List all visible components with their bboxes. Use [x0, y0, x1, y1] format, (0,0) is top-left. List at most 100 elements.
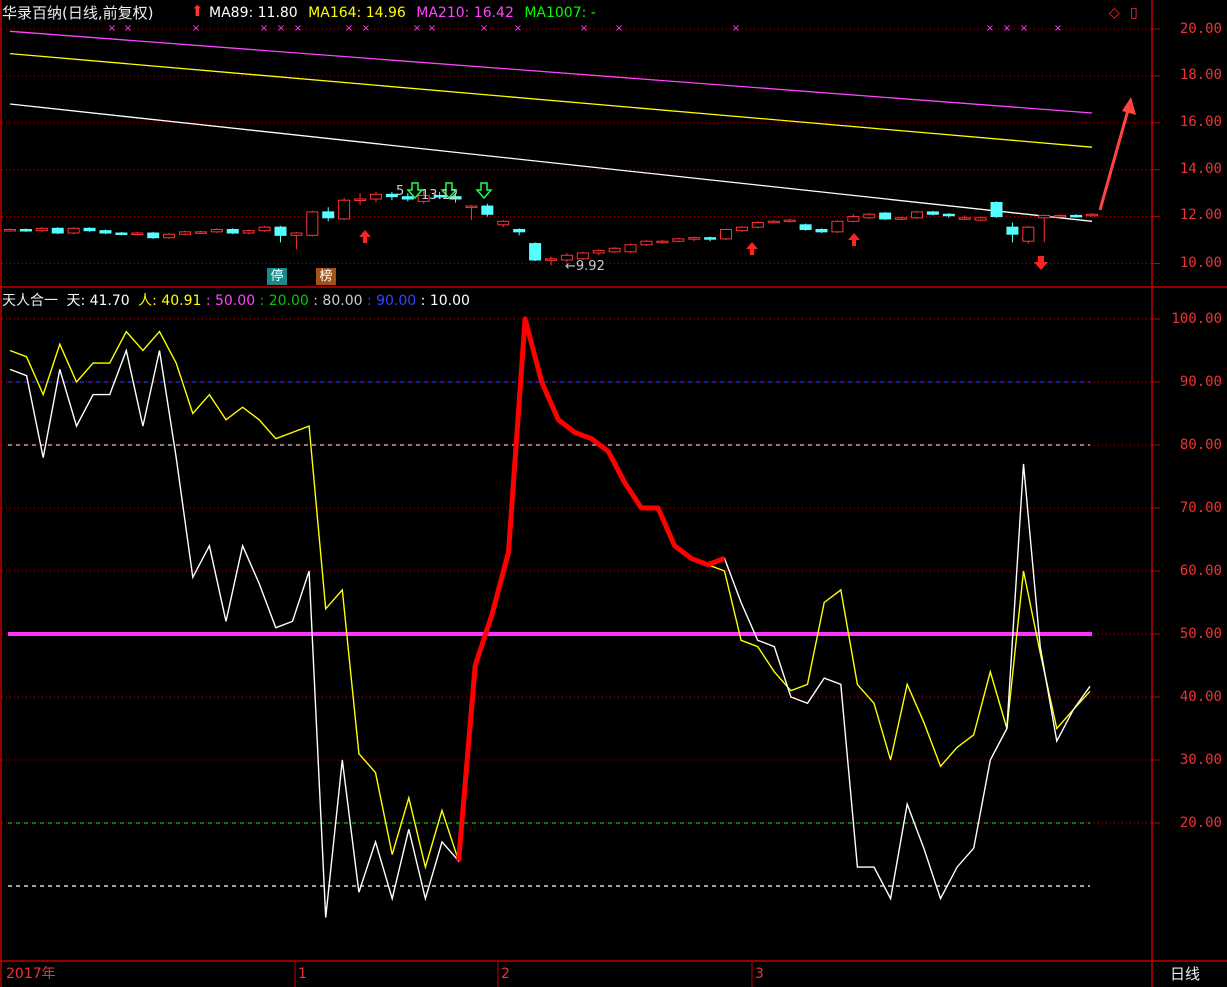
- candle-body: [481, 205, 494, 215]
- stop-trading-tag[interactable]: 停: [267, 268, 287, 285]
- candle-body: [942, 213, 955, 217]
- candle-body: [497, 220, 510, 226]
- candle-body: [831, 220, 844, 233]
- low-price-label: ←9.92: [565, 259, 605, 274]
- signal-x-mark: ×: [514, 23, 522, 34]
- month-label: 2: [501, 966, 510, 982]
- candle-body: [529, 243, 542, 261]
- candle-body: [895, 217, 908, 220]
- signal-x-mark: ×: [1020, 23, 1028, 34]
- candle-body: [35, 227, 48, 232]
- candle-body: [1006, 226, 1019, 235]
- candle-body: [242, 230, 255, 234]
- candle-body: [974, 217, 987, 221]
- up-arrow-icon: ⬆: [191, 2, 204, 20]
- candle-body: [354, 198, 367, 202]
- indicator-tick: 20.00: [1179, 815, 1222, 831]
- candle-body: [672, 238, 685, 242]
- candle-body: [656, 240, 669, 244]
- price-grid: [2, 28, 1160, 264]
- signal-x-mark: ×: [480, 23, 488, 34]
- indicator-tick: 90.00: [1179, 374, 1222, 390]
- ma-line-ma89: [9, 103, 1093, 222]
- price-tick: 14.00: [1179, 161, 1222, 177]
- month-label: 1: [298, 966, 307, 982]
- line-20-value: : 20.00: [259, 293, 309, 309]
- candlesticks: [4, 190, 1098, 266]
- candle-body: [194, 231, 207, 234]
- trend-arrow-icon: [1098, 109, 1130, 211]
- candle-body: [1086, 213, 1098, 217]
- candle-body: [465, 205, 478, 209]
- candle-body: [67, 227, 80, 234]
- candle-body: [592, 250, 605, 254]
- candle-body: [322, 211, 335, 219]
- candle-body: [688, 237, 701, 240]
- indicator-tick: 100.00: [1171, 311, 1222, 327]
- indicator-tick: 60.00: [1179, 563, 1222, 579]
- ma-legend: MA89: 11.80 MA164: 14.96 MA210: 16.42 MA…: [209, 4, 596, 22]
- signal-x-mark: ×: [580, 23, 588, 34]
- signal-x-mark: ×: [277, 23, 285, 34]
- high-price-label-a: 5: [396, 184, 405, 199]
- candle-body: [1038, 214, 1051, 219]
- candle-body: [306, 211, 319, 236]
- candle-body: [163, 233, 176, 239]
- diamond-icon[interactable]: ◇: [1109, 4, 1120, 22]
- signal-x-mark: ×: [428, 23, 436, 34]
- signal-x-mark: ×: [192, 23, 200, 34]
- time-axis-ticks: [294, 961, 753, 987]
- indicator-tick: 40.00: [1179, 689, 1222, 705]
- candle-body: [179, 231, 192, 235]
- month-label: 3: [755, 966, 764, 982]
- chart-title: 华录百纳(日线,前复权): [2, 4, 154, 22]
- high-price-label: 13.12: [421, 188, 459, 203]
- candle-body: [799, 224, 812, 230]
- indicator-tick: 70.00: [1179, 500, 1222, 516]
- price-tick: 10.00: [1179, 255, 1222, 271]
- trend-arrowhead-icon: [1122, 97, 1136, 115]
- ma210-value: MA210: 16.42: [416, 5, 514, 21]
- signal-x-mark: ×: [124, 23, 132, 34]
- signal-x-mark: ×: [294, 23, 302, 34]
- buy-arrow-icon: [1034, 256, 1048, 270]
- buy-arrow-icon: [848, 233, 860, 246]
- candle-body: [19, 228, 32, 232]
- signal-x-mark: ×: [260, 23, 268, 34]
- signal-x-mark: ×: [986, 23, 994, 34]
- price-tick: 16.00: [1179, 114, 1222, 130]
- window-toggle-icon[interactable]: ▯: [1130, 4, 1138, 22]
- candle-body: [958, 217, 971, 220]
- line-80-value: : 80.00: [313, 293, 363, 309]
- candle-body: [131, 232, 144, 236]
- ma1007-value: MA1007: -: [524, 5, 596, 21]
- candle-body: [115, 232, 128, 236]
- dragon-tiger-list-tag[interactable]: 榜: [316, 268, 336, 285]
- signal-x-mark: ×: [1054, 23, 1062, 34]
- candle-body: [735, 226, 748, 232]
- candle-body: [640, 240, 653, 246]
- candle-body: [863, 213, 876, 219]
- signal-x-mark: ×: [362, 23, 370, 34]
- highlight-line: [456, 316, 726, 862]
- candle-body: [226, 228, 239, 234]
- signal-x-mark: ×: [108, 23, 116, 34]
- candle-body: [99, 230, 112, 234]
- candle-body: [51, 227, 64, 234]
- indicator-tick: 30.00: [1179, 752, 1222, 768]
- period-button[interactable]: 日线: [1170, 966, 1200, 982]
- candle-body: [751, 221, 764, 228]
- candle-body: [910, 211, 923, 219]
- candle-body: [704, 237, 717, 240]
- indicator-name: 天人合一: [2, 293, 58, 309]
- indicator-tick: 80.00: [1179, 437, 1222, 453]
- signal-x-mark: ×: [732, 23, 740, 34]
- buy-arrow-icon: [746, 242, 758, 255]
- candle-body: [545, 258, 557, 261]
- candle-body: [147, 232, 160, 239]
- candle-body: [369, 193, 382, 200]
- candle-body: [1054, 214, 1067, 218]
- candle-body: [847, 216, 860, 222]
- line-50-value: : 50.00: [205, 293, 256, 309]
- signal-x-mark: ×: [413, 23, 421, 34]
